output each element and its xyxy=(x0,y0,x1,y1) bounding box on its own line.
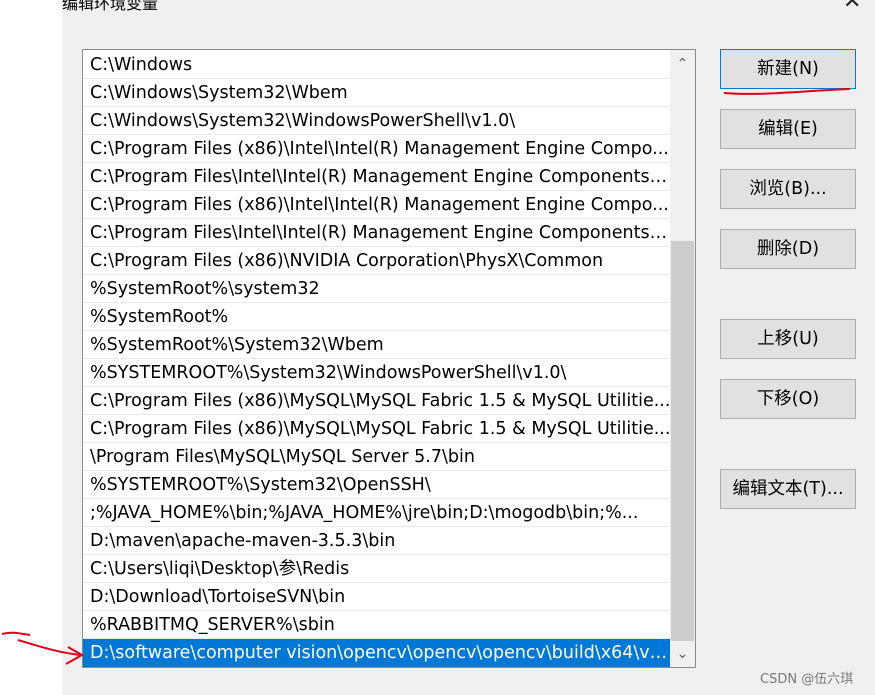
browse-button[interactable]: 浏览(B)... xyxy=(720,169,856,209)
path-list-item[interactable]: C:\Program Files\Intel\Intel(R) Manageme… xyxy=(83,163,671,191)
path-list-item[interactable]: C:\Program Files (x86)\NVIDIA Corporatio… xyxy=(83,247,671,275)
path-list-item[interactable]: %SYSTEMROOT%\System32\OpenSSH\ xyxy=(83,471,671,499)
watermark: CSDN @伍六琪 xyxy=(760,672,854,687)
path-list-item[interactable]: D:\Download\TortoiseSVN\bin xyxy=(83,583,671,611)
path-list-item[interactable]: C:\Windows\System32\WindowsPowerShell\v1… xyxy=(83,107,671,135)
path-list-item[interactable]: %SystemRoot%\System32\Wbem xyxy=(83,331,671,359)
path-list-item[interactable]: C:\Users\liqi\Desktop\参\Redis xyxy=(83,555,671,583)
path-list-item[interactable]: %RABBITMQ_SERVER%\sbin xyxy=(83,611,671,639)
path-list-item[interactable]: %SystemRoot% xyxy=(83,303,671,331)
edit-text-button[interactable]: 编辑文本(T)... xyxy=(720,469,856,509)
path-list-item[interactable]: C:\Program Files (x86)\MySQL\MySQL Fabri… xyxy=(83,387,671,415)
path-list-item[interactable]: \Program Files\MySQL\MySQL Server 5.7\bi… xyxy=(83,443,671,471)
path-list-item[interactable]: C:\Program Files (x86)\Intel\Intel(R) Ma… xyxy=(83,135,671,163)
edit-button[interactable]: 编辑(E) xyxy=(720,109,856,149)
delete-button[interactable]: 删除(D) xyxy=(720,229,856,269)
path-listbox[interactable]: C:\Windows C:\Windows\System32\Wbem C:\Win… xyxy=(82,49,696,668)
move-up-button[interactable]: 上移(U) xyxy=(720,319,856,359)
path-list-item[interactable]: C:\Program Files\Intel\Intel(R) Manageme… xyxy=(83,219,671,247)
path-list-item[interactable]: C:\Program Files (x86)\MySQL\MySQL Fabri… xyxy=(83,415,671,443)
close-icon[interactable]: ✕ xyxy=(843,0,861,13)
dialog-title: 编辑环境变量 xyxy=(62,0,159,13)
path-list-item[interactable]: D:\maven\apache-maven-3.5.3\bin xyxy=(83,527,671,555)
path-list-item[interactable]: C:\Windows xyxy=(83,51,671,79)
path-list-item[interactable]: ;%JAVA_HOME%\bin;%JAVA_HOME%\jre\bin;D:\… xyxy=(83,499,671,527)
path-list: C:\Windows C:\Windows\System32\Wbem C:\Win… xyxy=(83,51,671,667)
path-list-item[interactable]: C:\Windows\System32\Wbem xyxy=(83,79,671,107)
new-button[interactable]: 新建(N) xyxy=(720,49,856,89)
scroll-down-icon[interactable]: ⌄ xyxy=(670,642,695,667)
vertical-scrollbar[interactable]: ⌃ ⌄ xyxy=(670,50,695,667)
path-list-item[interactable]: %SYSTEMROOT%\System32\WindowsPowerShell\… xyxy=(83,359,671,387)
path-list-item[interactable]: C:\Program Files (x86)\Intel\Intel(R) Ma… xyxy=(83,191,671,219)
scroll-up-icon[interactable]: ⌃ xyxy=(670,52,695,77)
path-list-item[interactable]: %SystemRoot%\system32 xyxy=(83,275,671,303)
move-down-button[interactable]: 下移(O) xyxy=(720,379,856,419)
scrollbar-thumb[interactable] xyxy=(671,241,694,641)
path-list-item[interactable]: D:\software\computer vision\opencv\openc… xyxy=(83,639,671,667)
